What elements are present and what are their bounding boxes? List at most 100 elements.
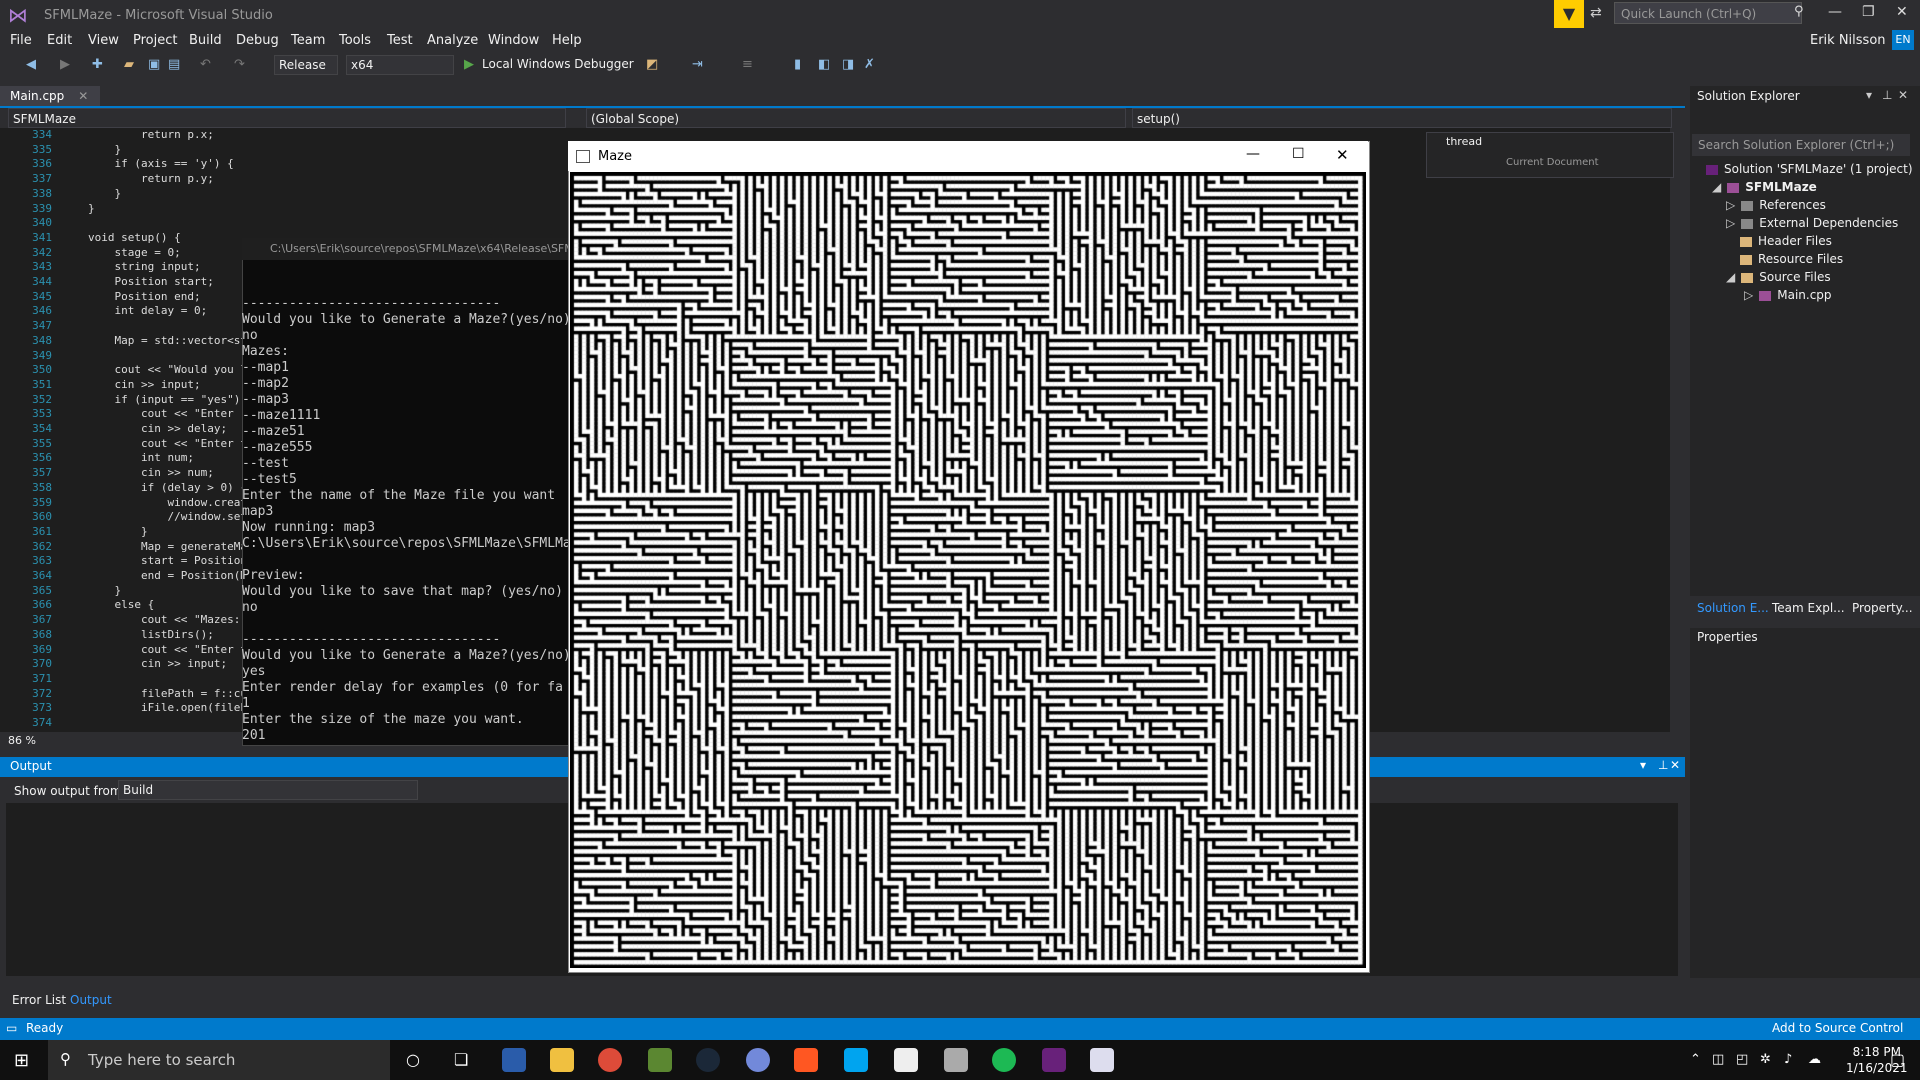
- taskbar-search-input[interactable]: Type here to search: [48, 1040, 390, 1080]
- maze-canvas[interactable]: [570, 172, 1366, 968]
- configuration-select[interactable]: Release: [274, 55, 338, 75]
- forward-icon[interactable]: ▶: [60, 57, 70, 72]
- tab-team-explorer[interactable]: Team Expl...: [1772, 601, 1845, 615]
- tray-expand-icon[interactable]: ⌃: [1690, 1052, 1701, 1067]
- tab-close-icon[interactable]: ✕: [78, 89, 88, 103]
- collapsed-icon[interactable]: ▷: [1744, 288, 1753, 302]
- onedrive-icon[interactable]: ☁: [1808, 1052, 1821, 1067]
- panel-dropdown-icon[interactable]: ▾: [1866, 88, 1872, 102]
- search-icon[interactable]: ⚲: [1794, 4, 1804, 19]
- save-icon[interactable]: ▣: [148, 57, 160, 72]
- zoom-level[interactable]: 86 %: [8, 734, 36, 747]
- menu-team[interactable]: Team: [291, 33, 325, 48]
- dropdown-icon[interactable]: ▾: [1640, 758, 1646, 772]
- expand-icon[interactable]: ◢: [1726, 270, 1735, 284]
- menu-view[interactable]: View: [88, 33, 119, 48]
- start-debugger-button[interactable]: Local Windows Debugger: [482, 57, 634, 71]
- undo-icon[interactable]: ↶: [200, 57, 211, 72]
- settings-icon[interactable]: ✲: [1760, 1052, 1771, 1067]
- windows-start-icon[interactable]: ⊞: [14, 1050, 29, 1071]
- tree-header-files[interactable]: Header Files: [1740, 234, 1832, 248]
- task-view-icon[interactable]: ❏: [454, 1050, 468, 1069]
- tab-solution-explorer[interactable]: Solution E...: [1697, 601, 1769, 615]
- platform-select[interactable]: x64: [346, 55, 454, 75]
- menu-help[interactable]: Help: [552, 33, 582, 48]
- tree-source-files[interactable]: ◢ Source Files: [1726, 270, 1831, 284]
- notifications-icon[interactable]: ▢: [1890, 1050, 1905, 1069]
- collapsed-icon[interactable]: ▷: [1726, 216, 1735, 230]
- bookmark-prev-icon[interactable]: ◧: [818, 57, 830, 72]
- menu-edit[interactable]: Edit: [47, 33, 72, 48]
- app-icon[interactable]: [944, 1048, 968, 1072]
- tree-solution[interactable]: Solution 'SFMLMaze' (1 project): [1706, 162, 1913, 176]
- network-icon[interactable]: ◰: [1736, 1052, 1748, 1067]
- maze-close-icon[interactable]: ✕: [1336, 146, 1349, 164]
- cortana-icon[interactable]: ○: [406, 1050, 420, 1069]
- tab-error-list[interactable]: Error List: [12, 993, 66, 1007]
- add-to-source-control-button[interactable]: Add to Source Control: [1772, 1021, 1903, 1035]
- menu-test[interactable]: Test: [387, 33, 413, 48]
- menu-analyze[interactable]: Analyze: [427, 33, 478, 48]
- minecraft-icon[interactable]: [648, 1048, 672, 1072]
- comment-icon[interactable]: ≡: [742, 57, 753, 72]
- language-badge[interactable]: EN: [1892, 30, 1914, 50]
- maze-minimize-icon[interactable]: —: [1246, 146, 1260, 162]
- discord-icon[interactable]: [746, 1048, 770, 1072]
- feedback-icon[interactable]: ⇄: [1590, 5, 1602, 21]
- restore-icon[interactable]: ❐: [1862, 4, 1875, 20]
- save-all-icon[interactable]: ▤: [168, 57, 180, 72]
- tree-resource-files[interactable]: Resource Files: [1740, 252, 1843, 266]
- start-debugging-icon[interactable]: ▶: [464, 57, 474, 72]
- expand-icon[interactable]: ◢: [1712, 180, 1721, 194]
- volume-icon[interactable]: ♪: [1784, 1052, 1792, 1067]
- attach-icon[interactable]: ◩: [646, 57, 658, 72]
- spotify-icon[interactable]: [992, 1048, 1016, 1072]
- menu-debug[interactable]: Debug: [236, 33, 279, 48]
- user-account[interactable]: Erik Nilsson: [1810, 33, 1886, 48]
- bookmark-next-icon[interactable]: ◨: [842, 57, 854, 72]
- menu-tools[interactable]: Tools: [339, 33, 371, 48]
- maze-app-icon[interactable]: [1090, 1048, 1114, 1072]
- tree-project[interactable]: ◢ SFMLMaze: [1712, 180, 1817, 194]
- app-icon[interactable]: [844, 1048, 868, 1072]
- origin-icon[interactable]: [794, 1048, 818, 1072]
- bookmark-clear-icon[interactable]: ✗: [864, 57, 875, 72]
- maze-maximize-icon[interactable]: ☐: [1292, 146, 1305, 162]
- tree-main-cpp[interactable]: ▷ Main.cpp: [1744, 288, 1832, 302]
- tree-external-deps[interactable]: ▷ External Dependencies: [1726, 216, 1898, 230]
- tab-property-manager[interactable]: Property...: [1852, 601, 1913, 615]
- menu-file[interactable]: File: [10, 33, 32, 48]
- file-explorer-icon[interactable]: [550, 1048, 574, 1072]
- panel-pin-icon[interactable]: ⊥: [1882, 88, 1892, 102]
- tab-main-cpp[interactable]: Main.cpp ✕: [0, 86, 100, 106]
- notifications-filter-icon[interactable]: ▼: [1554, 0, 1584, 28]
- tab-output[interactable]: Output: [70, 993, 112, 1007]
- member-combo[interactable]: setup(): [1132, 108, 1672, 128]
- close-panel-icon[interactable]: ✕: [1670, 758, 1680, 772]
- chrome-icon[interactable]: [598, 1048, 622, 1072]
- steam-icon[interactable]: [696, 1048, 720, 1072]
- bookmark-icon[interactable]: ▮: [794, 57, 801, 72]
- back-icon[interactable]: ◀: [26, 57, 36, 72]
- terminal-icon[interactable]: [894, 1048, 918, 1072]
- tray-icon[interactable]: ◫: [1712, 1052, 1724, 1067]
- project-combo[interactable]: SFMLMaze: [8, 108, 566, 128]
- app-icon[interactable]: [502, 1048, 526, 1072]
- panel-close-icon[interactable]: ✕: [1898, 88, 1908, 102]
- redo-icon[interactable]: ↷: [234, 57, 245, 72]
- pin-icon[interactable]: ⊥: [1658, 758, 1668, 772]
- menu-build[interactable]: Build: [189, 33, 222, 48]
- scope-combo[interactable]: (Global Scope): [586, 108, 1126, 128]
- open-folder-icon[interactable]: ▰: [124, 57, 134, 72]
- new-project-icon[interactable]: ✚: [92, 57, 103, 72]
- find-scope[interactable]: Current Document: [1506, 157, 1599, 168]
- output-source-select[interactable]: Build: [118, 780, 418, 800]
- menu-window[interactable]: Window: [488, 33, 539, 48]
- collapsed-icon[interactable]: ▷: [1726, 198, 1735, 212]
- menu-project[interactable]: Project: [133, 33, 177, 48]
- quick-launch-input[interactable]: Quick Launch (Ctrl+Q): [1614, 2, 1802, 24]
- close-icon[interactable]: ✕: [1896, 4, 1908, 20]
- tree-references[interactable]: ▷ References: [1726, 198, 1826, 212]
- solution-search-input[interactable]: Search Solution Explorer (Ctrl+;): [1692, 134, 1910, 156]
- minimize-icon[interactable]: —: [1828, 4, 1842, 20]
